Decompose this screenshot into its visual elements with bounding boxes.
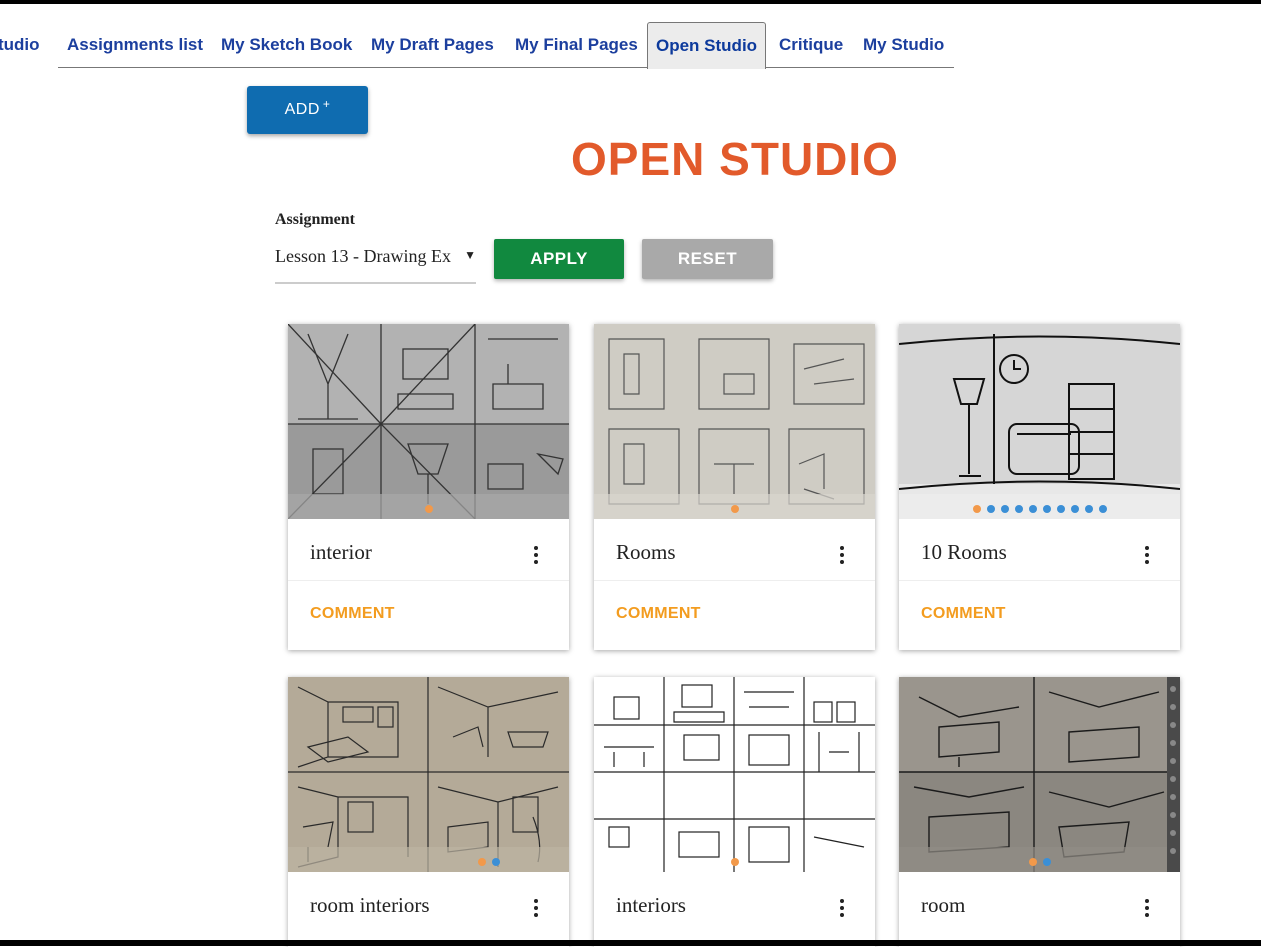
slide-dot[interactable] — [424, 505, 433, 513]
slide-indicator — [899, 505, 1180, 513]
dropdown-arrow-icon: ▼ — [462, 248, 476, 263]
tab-my-draft-pages[interactable]: My Draft Pages — [371, 22, 494, 68]
tab-my-studio[interactable]: My Studio — [863, 22, 944, 68]
slide-dot[interactable] — [491, 858, 500, 866]
slide-dot[interactable] — [1000, 505, 1009, 513]
tab-assignments-list[interactable]: Assignments list — [67, 22, 203, 68]
slide-dot[interactable] — [1098, 505, 1107, 513]
comment-button[interactable]: COMMENT — [616, 605, 701, 623]
post-card: room interiors — [288, 677, 569, 947]
sketch-thumbnail[interactable] — [594, 324, 875, 519]
slide-indicator — [408, 858, 569, 866]
post-card: interior COMMENT — [288, 324, 569, 650]
slide-dot[interactable] — [1042, 505, 1051, 513]
slide-indicator — [594, 505, 875, 513]
card-divider — [899, 580, 1180, 581]
slide-dot[interactable] — [1084, 505, 1093, 513]
slide-dot[interactable] — [986, 505, 995, 513]
slide-dot[interactable] — [730, 505, 739, 513]
more-vert-icon[interactable] — [1145, 546, 1150, 567]
card-title: 10 Rooms — [921, 540, 1007, 564]
sketch-thumbnail[interactable] — [594, 677, 875, 872]
post-card: Rooms COMMENT — [594, 324, 875, 650]
bottom-frame-border — [0, 940, 1261, 946]
add-button-label: ADD — [284, 101, 320, 118]
slide-dot[interactable] — [1028, 505, 1037, 513]
assignment-select-value: Lesson 13 - Drawing Ex — [275, 246, 451, 266]
slide-dot[interactable] — [1070, 505, 1079, 513]
card-title: interiors — [616, 893, 686, 917]
slide-dot[interactable] — [1042, 858, 1051, 866]
assignment-select[interactable]: Lesson 13 - Drawing Ex ▼ — [275, 240, 476, 284]
slide-dot[interactable] — [1014, 505, 1023, 513]
tab-my-final-pages[interactable]: My Final Pages — [515, 22, 638, 68]
slide-dot[interactable] — [477, 858, 486, 866]
card-title: room interiors — [310, 893, 430, 917]
sketch-thumbnail[interactable] — [288, 324, 569, 519]
card-divider — [594, 580, 875, 581]
comment-button[interactable]: COMMENT — [921, 605, 1006, 623]
tab-critique[interactable]: Critique — [779, 22, 843, 68]
top-frame-border — [0, 0, 1261, 4]
more-vert-icon[interactable] — [534, 899, 539, 920]
plus-icon: + — [322, 97, 331, 111]
post-card: interiors — [594, 677, 875, 947]
comment-button[interactable]: COMMENT — [310, 605, 395, 623]
slide-indicator — [288, 505, 569, 513]
post-card: 10 Rooms COMMENT — [899, 324, 1180, 650]
card-divider — [288, 580, 569, 581]
tab-studio[interactable]: tudio — [0, 22, 40, 68]
post-card: room — [899, 677, 1180, 947]
card-title: Rooms — [616, 540, 676, 564]
assignment-label: Assignment — [275, 211, 356, 228]
more-vert-icon[interactable] — [534, 546, 539, 567]
add-button[interactable]: ADD + — [247, 86, 368, 134]
slide-dot[interactable] — [730, 858, 739, 866]
apply-button[interactable]: APPLY — [494, 239, 624, 279]
slide-indicator — [594, 858, 875, 866]
slide-indicator — [899, 858, 1180, 866]
more-vert-icon[interactable] — [1145, 899, 1150, 920]
slide-dot[interactable] — [972, 505, 981, 513]
tab-my-sketch-book[interactable]: My Sketch Book — [221, 22, 352, 68]
card-title: room — [921, 893, 966, 917]
page-title: OPEN STUDIO — [571, 133, 899, 185]
slide-dot[interactable] — [1056, 505, 1065, 513]
sketch-thumbnail[interactable] — [288, 677, 569, 872]
more-vert-icon[interactable] — [840, 899, 845, 920]
sketch-thumbnail[interactable] — [899, 324, 1180, 519]
tab-open-studio[interactable]: Open Studio — [647, 22, 767, 69]
card-title: interior — [310, 540, 372, 564]
slide-dot[interactable] — [1028, 858, 1037, 866]
sketch-thumbnail[interactable] — [899, 677, 1180, 872]
more-vert-icon[interactable] — [840, 546, 845, 567]
reset-button[interactable]: RESET — [642, 239, 773, 279]
